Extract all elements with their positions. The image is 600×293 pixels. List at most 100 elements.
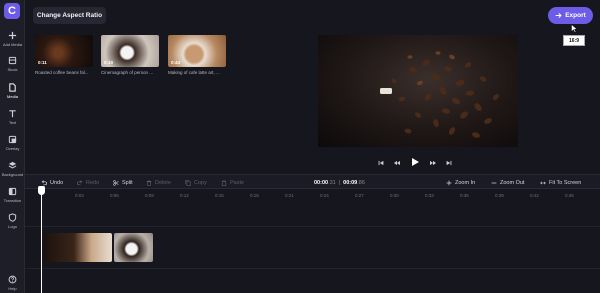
plus-icon (446, 180, 452, 185)
ruler-tick: 0:33 (425, 193, 434, 198)
split-label: Split (122, 179, 133, 186)
fit-arrows-icon (540, 181, 546, 184)
delete-label: Delete (155, 179, 171, 186)
zoom-out-label: Zoom Out (500, 179, 525, 186)
playhead-line (41, 186, 42, 293)
ruler-tick: 0:12 (180, 193, 189, 198)
media-item[interactable]: 0:10 Cinemagraph of person ... (101, 35, 159, 75)
arrow-right-icon (555, 13, 562, 18)
media-thumbnail[interactable]: 0:11 (35, 35, 93, 67)
timecode-separator: | (338, 179, 341, 186)
ruler-tick: 0:45 (565, 193, 574, 198)
total-time-fraction: .86 (357, 179, 365, 186)
ruler-tick: 0:39 (495, 193, 504, 198)
sidebar-item-logo[interactable]: Logo (0, 213, 25, 229)
left-sidebar: C Add Media Stock Media Text Overlay Bac… (0, 0, 25, 293)
fit-to-screen-button[interactable]: Fit To Screen (540, 175, 581, 190)
ruler-tick: 0:03 (75, 193, 84, 198)
sidebar-item-background[interactable]: Background (0, 161, 25, 177)
change-aspect-ratio-button[interactable]: Change Aspect Ratio (33, 7, 106, 24)
sidebar-item-label: Transition (3, 198, 22, 203)
media-duration: 0:10 (104, 60, 114, 65)
sidebar-item-label: Help (8, 286, 17, 291)
split-button[interactable]: Split (113, 175, 133, 190)
play-button[interactable] (410, 154, 420, 172)
sidebar-item-label: Add Media (2, 42, 23, 47)
sidebar-item-media[interactable]: Media (0, 83, 25, 99)
timeline-clip[interactable] (43, 233, 112, 262)
app-window: C Add Media Stock Media Text Overlay Bac… (0, 0, 600, 293)
copy-button[interactable]: Copy (185, 175, 207, 190)
timecode: 00:00.31 | 00:09.86 (314, 175, 365, 190)
trash-icon (146, 179, 152, 186)
rewind-icon[interactable] (394, 160, 400, 166)
delete-button[interactable]: Delete (146, 175, 171, 190)
cursor-icon (571, 24, 577, 33)
ruler-tick: 0:24 (320, 193, 329, 198)
sidebar-item-label: Text (8, 120, 17, 125)
media-duration: 0:44 (171, 60, 181, 65)
timeline-toolbar: Undo Redo Split Delete Copy Paste 00:00.… (25, 174, 600, 189)
undo-icon (41, 179, 47, 185)
playhead-handle[interactable] (38, 186, 45, 195)
skip-to-end-icon[interactable] (446, 160, 452, 166)
sidebar-item-label: Media (7, 94, 18, 99)
sidebar-item-label: Overlay (5, 146, 20, 151)
track-divider (25, 226, 600, 227)
sidebar-item-text[interactable]: Text (0, 109, 25, 125)
redo-button[interactable]: Redo (77, 175, 99, 190)
sidebar-item-help[interactable]: Help (0, 275, 25, 291)
media-duration: 0:11 (38, 60, 47, 65)
timeline-ruler[interactable]: 0:03 0:06 0:09 0:12 0:15 0:18 0:21 0:24 … (25, 190, 600, 200)
clipboard-icon (221, 180, 227, 186)
media-item[interactable]: 0:44 Making of cafe latte art, ... (168, 35, 226, 75)
transition-icon (8, 187, 17, 196)
video-preview[interactable] (318, 35, 518, 147)
media-thumbnail[interactable]: 0:44 (168, 35, 226, 67)
overlay-icon (8, 135, 17, 144)
ruler-tick: 0:09 (145, 193, 154, 198)
sidebar-item-add-media[interactable]: Add Media (0, 31, 25, 47)
media-caption: Making of cafe latte art, ... (168, 70, 220, 75)
plus-icon (8, 31, 17, 40)
track-divider (25, 268, 600, 269)
ruler-tick: 0:27 (355, 193, 364, 198)
export-label: Export (565, 12, 586, 19)
media-caption: Roasted coffee beans fal... (35, 70, 89, 75)
shield-icon (8, 213, 17, 222)
ruler-tick: 0:18 (250, 193, 259, 198)
help-icon (8, 275, 17, 284)
timeline-clip[interactable] (114, 233, 153, 262)
sidebar-item-overlay[interactable]: Overlay (0, 135, 25, 151)
layers-icon (8, 161, 17, 169)
export-button[interactable]: Export (548, 7, 593, 24)
media-item[interactable]: 0:11 Roasted coffee beans fal... (35, 35, 93, 75)
ruler-tick: 0:30 (390, 193, 399, 198)
media-caption: Cinemagraph of person ... (101, 70, 154, 75)
ruler-tick: 0:15 (215, 193, 224, 198)
redo-label: Redo (86, 179, 100, 186)
media-thumbnail[interactable]: 0:10 (101, 35, 159, 67)
ruler-tick: 0:36 (460, 193, 469, 198)
sidebar-item-transition[interactable]: Transition (0, 187, 25, 203)
copy-icon (185, 179, 191, 186)
redo-icon (77, 179, 83, 185)
text-icon (9, 110, 16, 118)
skip-to-start-icon[interactable] (378, 160, 384, 166)
paste-label: Paste (230, 179, 245, 186)
fit-to-screen-label: Fit To Screen (549, 179, 582, 186)
fast-forward-icon[interactable] (430, 160, 436, 166)
play-icon (412, 158, 419, 166)
sidebar-item-stock[interactable]: Stock (0, 56, 25, 72)
ruler-tick: 0:42 (530, 193, 539, 198)
zoom-out-button[interactable]: Zoom Out (491, 175, 524, 190)
zoom-in-button[interactable]: Zoom In (446, 175, 475, 190)
undo-label: Undo (50, 179, 64, 186)
app-logo[interactable]: C (4, 3, 20, 19)
sidebar-item-label: Stock (7, 67, 18, 72)
minus-icon (491, 182, 497, 183)
sidebar-item-label: Background (1, 172, 24, 177)
paste-button[interactable]: Paste (221, 175, 244, 190)
copy-label: Copy (194, 179, 207, 186)
ruler-tick: 0:06 (110, 193, 119, 198)
